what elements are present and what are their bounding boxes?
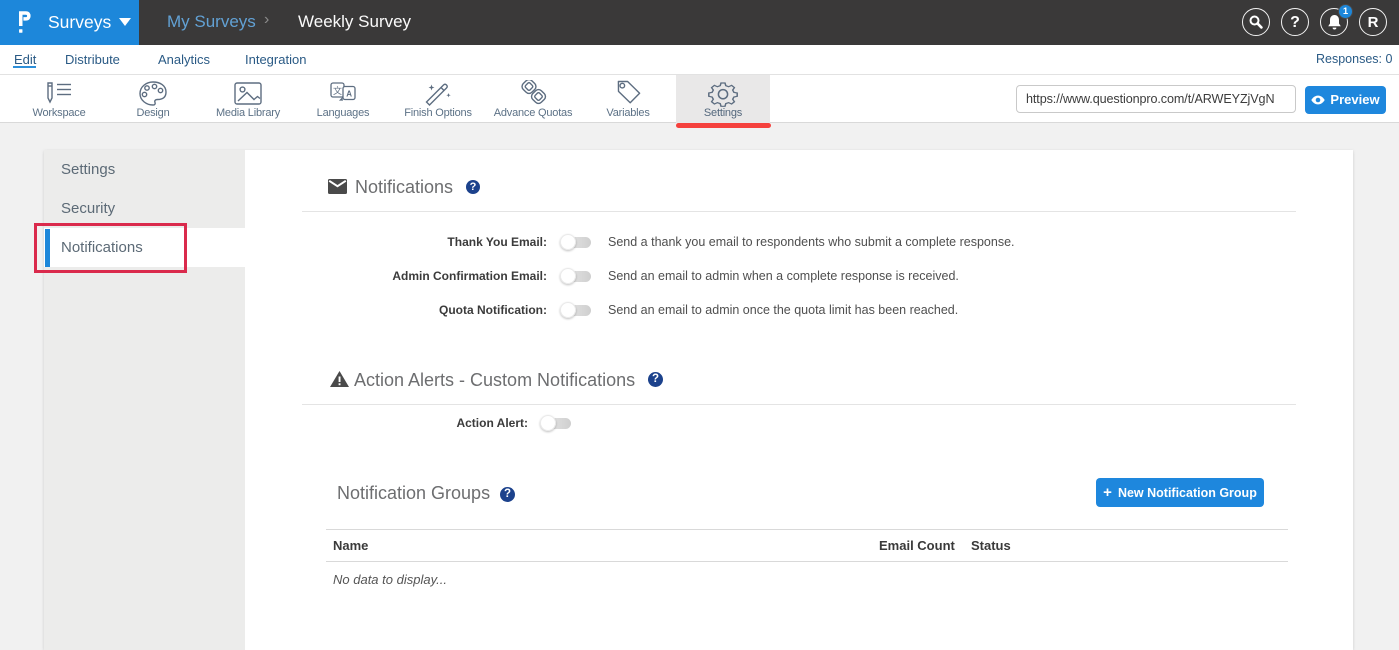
svg-text:文: 文 xyxy=(333,85,342,96)
svg-text:A: A xyxy=(346,89,352,98)
